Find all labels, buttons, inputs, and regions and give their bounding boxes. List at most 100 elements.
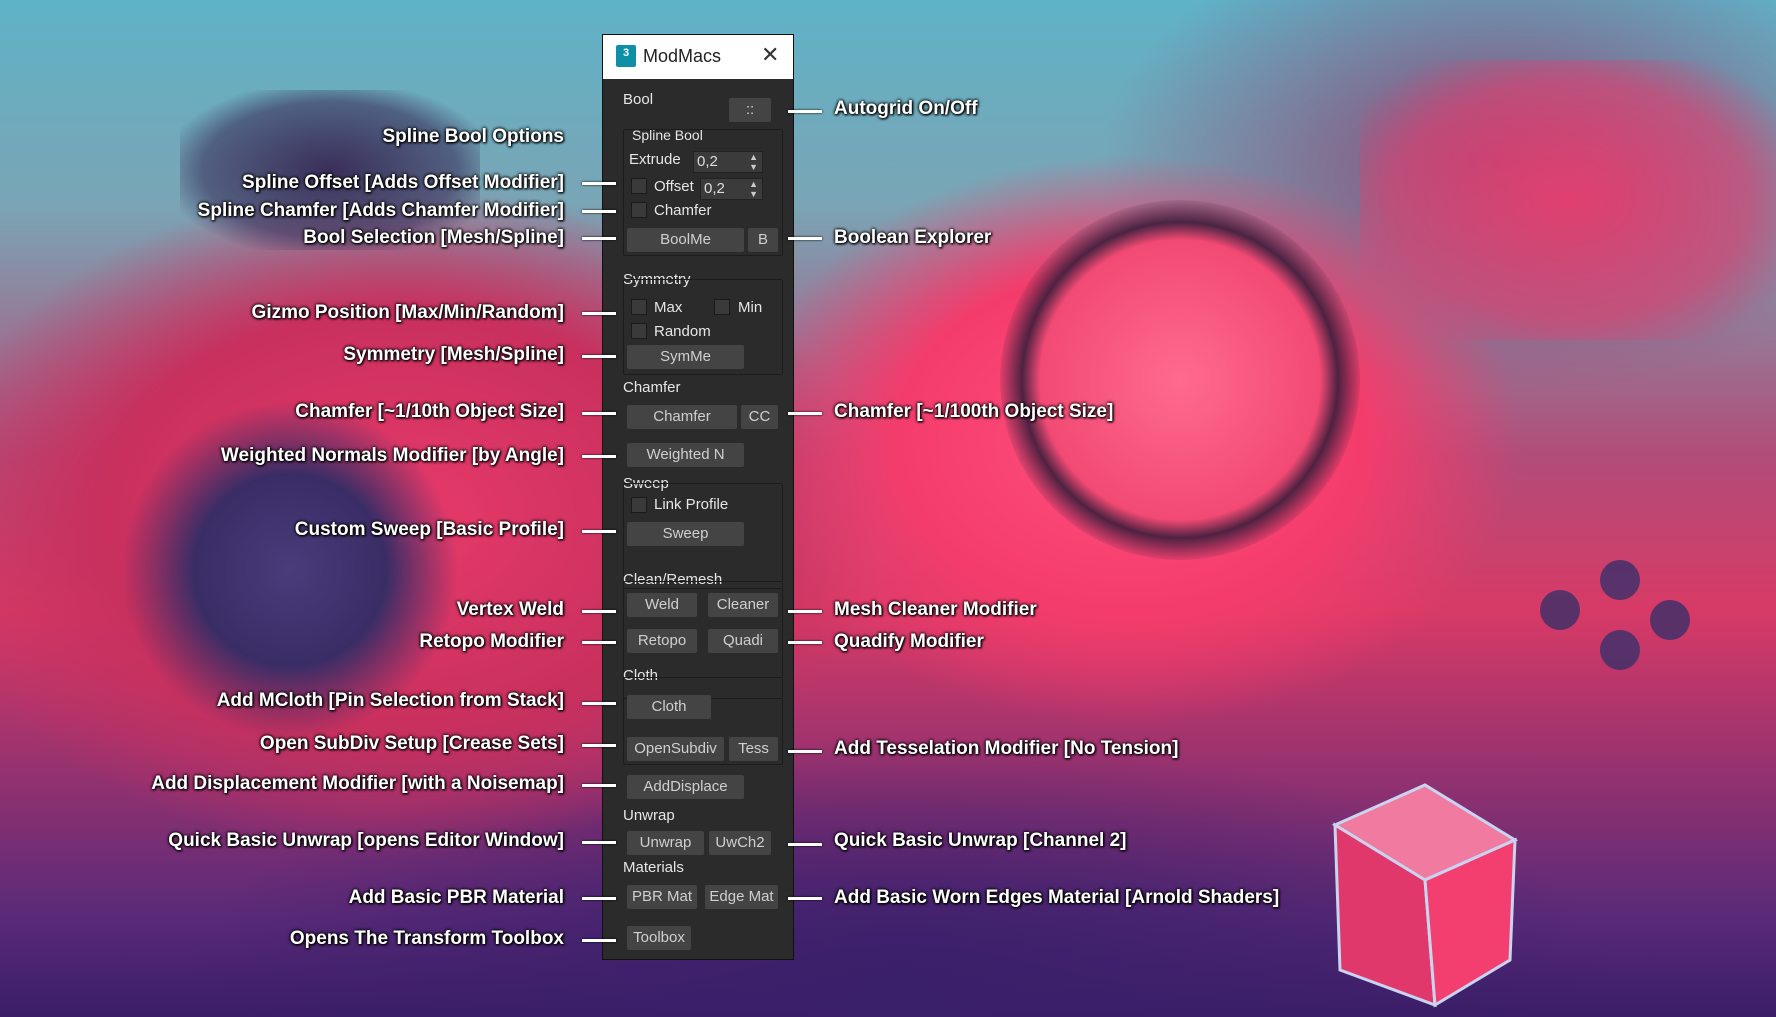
leader-line (788, 750, 822, 753)
label-bool-selection: Bool Selection [Mesh/Spline] (303, 227, 564, 248)
leader-line (582, 702, 616, 705)
boolme-button[interactable]: BoolMe (627, 228, 744, 252)
offset-spinner[interactable]: 0,2 ▲ ▼ (700, 178, 763, 200)
label-symmetry: Symmetry [Mesh/Spline] (343, 344, 564, 365)
label-chamfer-10th: Chamfer [~1/10th Object Size] (295, 401, 564, 422)
label-pbr-material: Add Basic PBR Material (348, 887, 564, 908)
title-bar: 3 ModMacs ✕ (603, 35, 793, 79)
label-boolean-explorer: Boolean Explorer (834, 227, 992, 248)
leader-line (582, 841, 616, 844)
cube-icon (1331, 783, 1519, 1008)
extrude-value: 0,2 (697, 153, 718, 170)
label-subdiv: Open SubDiv Setup [Crease Sets] (259, 733, 564, 754)
edge-mat-button[interactable]: Edge Mat (705, 885, 778, 909)
leader-line (788, 237, 822, 240)
leader-line (788, 610, 822, 613)
spinner-arrows-icon[interactable]: ▲ ▼ (749, 152, 758, 172)
label-spline-offset: Spline Offset [Adds Offset Modifier] (242, 172, 564, 193)
label-displacement: Add Displacement Modifier [with a Noisem… (151, 773, 564, 794)
symme-button[interactable]: SymMe (627, 345, 744, 369)
label-quadify: Quadify Modifier (834, 631, 984, 652)
leader-line (788, 110, 822, 113)
offset-value: 0,2 (704, 180, 725, 197)
min-checkbox[interactable] (714, 299, 730, 315)
weighted-normals-button[interactable]: Weighted N (627, 443, 744, 467)
leader-line (582, 182, 616, 185)
label-spline-chamfer: Spline Chamfer [Adds Chamfer Modifier] (197, 200, 564, 221)
extrude-spinner[interactable]: 0,2 ▲ ▼ (693, 151, 763, 173)
retopo-button[interactable]: Retopo (627, 629, 697, 653)
label-unwrap-ch2: Quick Basic Unwrap [Channel 2] (834, 830, 1127, 851)
unwrap-section-label: Unwrap (623, 807, 675, 824)
label-vertex-weld: Vertex Weld (456, 599, 564, 620)
label-autogrid: Autogrid On/Off (834, 98, 978, 119)
label-retopo: Retopo Modifier (419, 631, 564, 652)
leader-line (582, 744, 616, 747)
max-label: Max (654, 299, 683, 316)
label-spline-bool-options: Spline Bool Options (382, 126, 564, 147)
pbr-mat-button[interactable]: PBR Mat (627, 885, 697, 909)
leader-line (582, 355, 616, 358)
offset-label: Offset (654, 178, 694, 195)
leader-line (582, 530, 616, 533)
offset-checkbox[interactable] (631, 178, 647, 194)
3dsmax-logo-icon: 3 (616, 45, 636, 67)
label-quick-unwrap: Quick Basic Unwrap [opens Editor Window] (168, 830, 564, 851)
leader-line (582, 939, 616, 942)
autogrid-button[interactable]: :: (729, 98, 771, 122)
leader-line (582, 412, 616, 415)
leader-line (788, 412, 822, 415)
random-label: Random (654, 323, 711, 340)
leader-line (788, 897, 822, 900)
leader-line (582, 237, 616, 240)
uwch2-button[interactable]: UwCh2 (709, 831, 771, 855)
random-checkbox[interactable] (631, 323, 647, 339)
weld-button[interactable]: Weld (627, 593, 697, 617)
label-custom-sweep: Custom Sweep [Basic Profile] (294, 519, 564, 540)
label-weighted-normals: Weighted Normals Modifier [by Angle] (220, 445, 564, 466)
boolean-explorer-button[interactable]: B (748, 228, 778, 252)
cloth-button[interactable]: Cloth (627, 695, 711, 719)
link-profile-label: Link Profile (654, 496, 729, 513)
leader-line (788, 641, 822, 644)
cleaner-button[interactable]: Cleaner (708, 593, 778, 617)
materials-section-label: Materials (623, 859, 684, 876)
label-chamfer-100th: Chamfer [~1/100th Object Size] (834, 401, 1114, 422)
leader-line (582, 641, 616, 644)
tess-button[interactable]: Tess (729, 737, 778, 761)
sweep-button[interactable]: Sweep (627, 522, 744, 546)
leader-line (582, 312, 616, 315)
leader-line (582, 610, 616, 613)
label-mcloth: Add MCloth [Pin Selection from Stack] (216, 690, 564, 711)
min-label: Min (738, 299, 763, 316)
modmacs-panel: 3 ModMacs ✕ Bool :: Spline Bool Extrude … (602, 34, 794, 960)
leader-line (788, 843, 822, 846)
chamfer-spline-label: Chamfer (654, 202, 712, 219)
quadi-button[interactable]: Quadi (708, 629, 778, 653)
leader-line (582, 897, 616, 900)
adddisplace-button[interactable]: AddDisplace (627, 775, 744, 799)
label-mesh-cleaner: Mesh Cleaner Modifier (834, 599, 1037, 620)
label-transform-toolbox: Opens The Transform Toolbox (289, 928, 564, 949)
opensubdiv-button[interactable]: OpenSubdiv (627, 737, 724, 761)
spinner-arrows-icon[interactable]: ▲ ▼ (749, 179, 758, 199)
cc-button[interactable]: CC (741, 405, 778, 429)
link-profile-checkbox[interactable] (631, 497, 647, 513)
extrude-label: Extrude (629, 151, 681, 168)
max-checkbox[interactable] (631, 299, 647, 315)
toolbox-button[interactable]: Toolbox (627, 926, 691, 950)
label-gizmo-position: Gizmo Position [Max/Min/Random] (251, 302, 564, 323)
close-icon[interactable]: ✕ (761, 43, 779, 67)
spline-bool-label: Spline Bool (632, 127, 703, 143)
unwrap-button[interactable]: Unwrap (627, 831, 704, 855)
label-worn-edges: Add Basic Worn Edges Material [Arnold Sh… (834, 887, 1280, 908)
chamfer-section-label: Chamfer (623, 379, 681, 396)
chamfer-button[interactable]: Chamfer (627, 405, 737, 429)
window-title: ModMacs (643, 46, 722, 66)
bool-section-label: Bool (623, 91, 654, 108)
leader-line (582, 210, 616, 213)
leader-line (582, 455, 616, 458)
leader-line (582, 784, 616, 787)
chamfer-spline-checkbox[interactable] (631, 202, 647, 218)
label-tesselation: Add Tesselation Modifier [No Tension] (834, 738, 1179, 759)
